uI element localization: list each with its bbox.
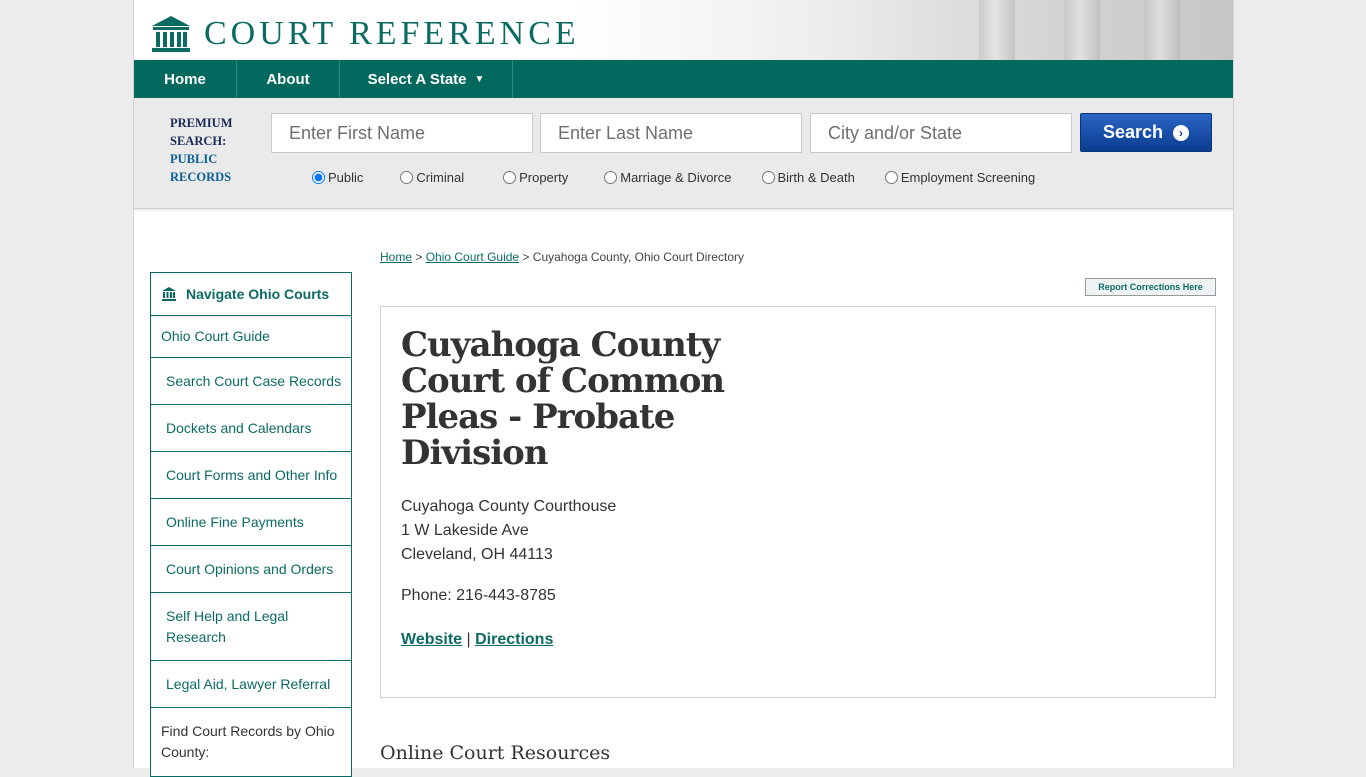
- breadcrumb-home-link[interactable]: Home: [380, 250, 412, 264]
- radio-employment-screening[interactable]: Employment Screening: [884, 170, 1036, 185]
- court-title: Cuyahoga County Court of Common Pleas - …: [401, 325, 725, 473]
- page-container: COURT REFERENCE Home About Select A Stat…: [133, 0, 1234, 777]
- radio-criminal[interactable]: Criminal: [400, 170, 464, 185]
- chevron-right-icon: ›: [1173, 124, 1190, 141]
- premium-search-label: PREMIUM SEARCH: PUBLIC RECORDS: [170, 114, 240, 186]
- banner-column-graphic: [979, 0, 1015, 60]
- nav-select-state[interactable]: Select A State ▼: [340, 60, 513, 98]
- radio-public[interactable]: Public: [312, 170, 363, 185]
- sidebar-item-search-court-case-records[interactable]: Search Court Case Records: [151, 358, 351, 405]
- breadcrumb: Home > Ohio Court Guide > Cuyahoga Count…: [380, 250, 744, 264]
- sidebar-navigate-courts: Navigate Ohio Courts Ohio Court Guide Se…: [150, 272, 352, 777]
- banner-column-graphic: [1064, 0, 1100, 60]
- site-banner: COURT REFERENCE: [134, 0, 1233, 60]
- radio-employment-screening-label: Employment Screening: [900, 170, 1036, 185]
- court-address: Cuyahoga County Courthouse 1 W Lakeside …: [401, 495, 616, 567]
- radio-public-input[interactable]: [312, 171, 325, 184]
- sidebar-item-ohio-court-guide[interactable]: Ohio Court Guide: [151, 316, 351, 358]
- address-line-2: 1 W Lakeside Ave: [401, 522, 529, 539]
- city-state-input[interactable]: [810, 113, 1072, 153]
- address-line-1: Cuyahoga County Courthouse: [401, 498, 617, 515]
- breadcrumb-separator: >: [412, 250, 426, 264]
- site-logo[interactable]: COURT REFERENCE: [150, 14, 580, 54]
- radio-employment-screening-input[interactable]: [884, 171, 898, 184]
- radio-criminal-input[interactable]: [400, 171, 414, 184]
- sidebar-item-self-help[interactable]: Self Help and Legal Research: [151, 593, 351, 661]
- directions-link[interactable]: Directions: [475, 631, 553, 648]
- sidebar-item-court-forms[interactable]: Court Forms and Other Info: [151, 452, 351, 499]
- breadcrumb-separator: >: [519, 250, 533, 264]
- search-button-label: Search: [1102, 122, 1164, 142]
- nav-about[interactable]: About: [237, 60, 340, 98]
- radio-marriage-divorce[interactable]: Marriage & Divorce: [604, 170, 732, 185]
- online-court-resources-heading: Online Court Resources: [380, 742, 611, 764]
- sidebar-item-online-fine-payments[interactable]: Online Fine Payments: [151, 499, 351, 546]
- radio-property-label: Property: [519, 170, 569, 185]
- nav-select-state-label: Select A State: [367, 70, 467, 88]
- premium-search-title: PREMIUM SEARCH:: [170, 116, 233, 148]
- sidebar-item-legal-aid[interactable]: Legal Aid, Lawyer Referral: [151, 661, 351, 708]
- premium-search-bar: PREMIUM SEARCH: PUBLIC RECORDS Search › …: [134, 98, 1233, 209]
- radio-criminal-label: Criminal: [416, 170, 465, 185]
- radio-property[interactable]: Property: [503, 170, 568, 185]
- website-link[interactable]: Website: [401, 631, 462, 648]
- public-records-label: PUBLIC RECORDS: [170, 152, 232, 184]
- banner-column-graphic: [1144, 0, 1180, 60]
- main-nav: Home About Select A State ▼: [134, 60, 1233, 98]
- radio-public-label: Public: [328, 170, 364, 185]
- courthouse-logo-icon: [152, 16, 190, 52]
- first-name-input[interactable]: [271, 113, 533, 153]
- search-button[interactable]: Search ›: [1080, 113, 1212, 152]
- court-links: Website | Directions: [401, 631, 553, 649]
- radio-birth-death-input[interactable]: [761, 171, 775, 184]
- sidebar-title: Navigate Ohio Courts: [186, 286, 330, 302]
- search-type-radios: Public Criminal Property Marriage & Divo…: [312, 170, 1035, 185]
- caret-down-icon: ▼: [474, 73, 485, 85]
- site-brand-name: COURT REFERENCE: [204, 15, 580, 52]
- radio-birth-death[interactable]: Birth & Death: [761, 170, 855, 185]
- address-line-3: Cleveland, OH 44113: [401, 546, 553, 563]
- sidebar-item-dockets-calendars[interactable]: Dockets and Calendars: [151, 405, 351, 452]
- report-corrections-button[interactable]: Report Corrections Here: [1085, 278, 1216, 296]
- radio-property-input[interactable]: [503, 171, 517, 184]
- radio-birth-death-label: Birth & Death: [777, 170, 855, 185]
- sidebar-item-find-by-county: Find Court Records by Ohio County:: [161, 723, 335, 760]
- link-separator: |: [462, 631, 476, 648]
- radio-marriage-divorce-label: Marriage & Divorce: [620, 170, 732, 185]
- sidebar-header: Navigate Ohio Courts: [151, 273, 351, 316]
- last-name-input[interactable]: [540, 113, 802, 153]
- breadcrumb-current: Cuyahoga County, Ohio Court Directory: [532, 250, 744, 264]
- courthouse-icon: [162, 287, 176, 301]
- sidebar-item-court-opinions[interactable]: Court Opinions and Orders: [151, 546, 351, 593]
- breadcrumb-ohio-guide-link[interactable]: Ohio Court Guide: [426, 250, 519, 264]
- radio-marriage-divorce-input[interactable]: [604, 171, 618, 184]
- nav-home[interactable]: Home: [134, 60, 237, 98]
- court-info-card: Cuyahoga County Court of Common Pleas - …: [380, 306, 1216, 698]
- court-phone: Phone: 216-443-8785: [401, 587, 556, 604]
